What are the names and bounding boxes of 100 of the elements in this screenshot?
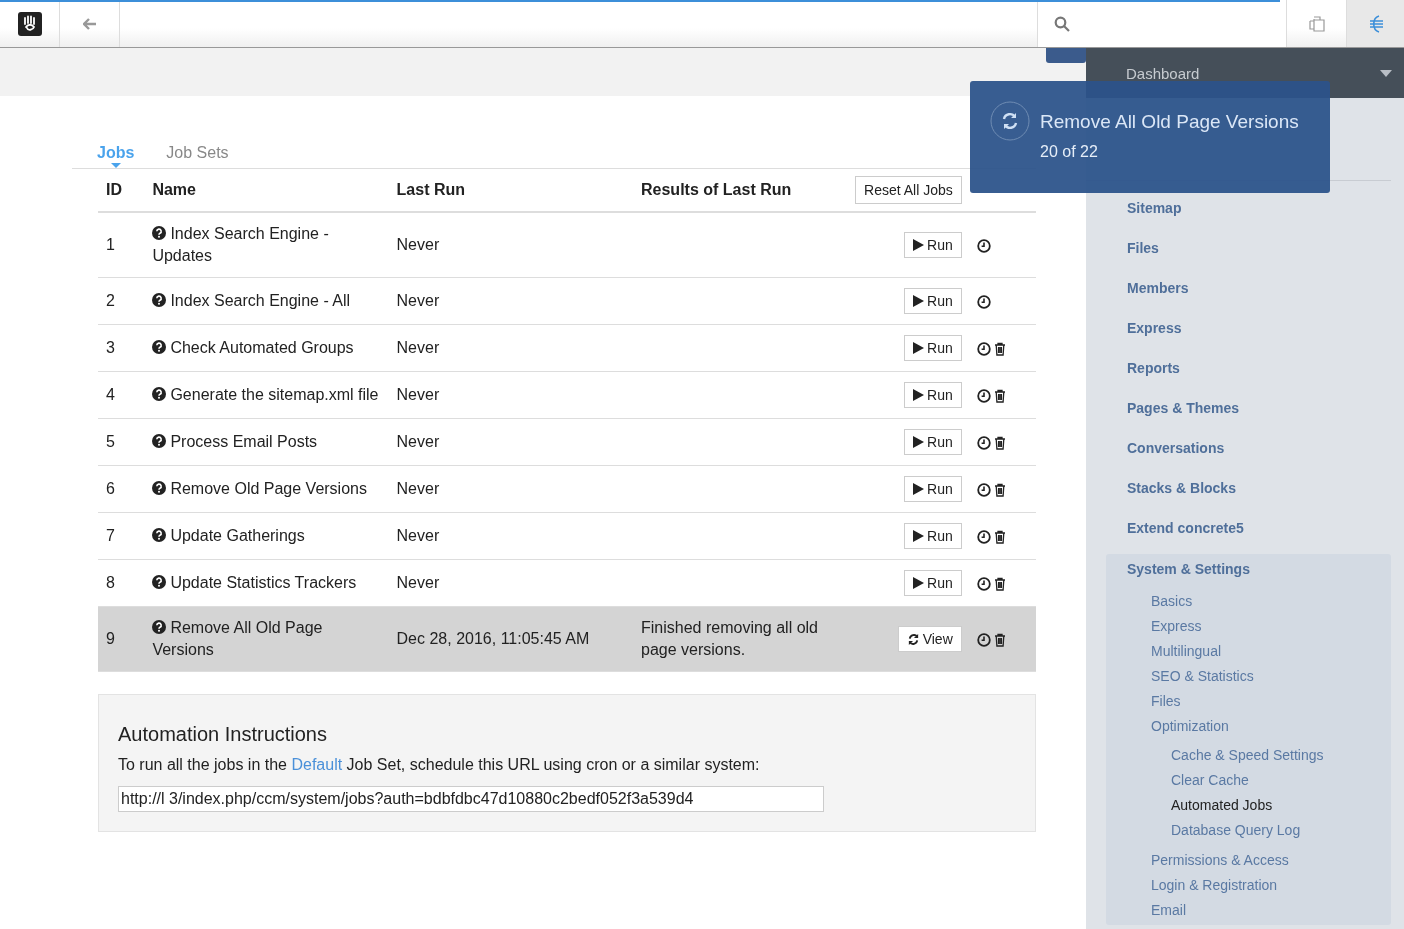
trash-icon[interactable] [993, 632, 1006, 647]
help-icon [152, 575, 167, 589]
sidebar-item[interactable]: Cache & Speed Settings [1127, 745, 1391, 770]
refresh-icon [990, 101, 1030, 141]
clock-icon[interactable] [976, 529, 991, 544]
job-name: Remove All Old Page Versions [152, 619, 323, 658]
clock-icon[interactable] [976, 341, 991, 356]
run-button[interactable]: Run [904, 382, 962, 408]
help-icon [152, 620, 167, 634]
sidebar-item[interactable]: Basics [1127, 591, 1391, 616]
run-button[interactable]: Run [904, 570, 962, 596]
trash-icon[interactable] [993, 576, 1006, 591]
help-icon [152, 293, 167, 307]
job-row[interactable]: 9 Remove All Old Page Versions Dec 28, 2016, 11:05:45 AM Finished removing all old page versions. View [98, 606, 1036, 672]
clock-icon[interactable] [976, 576, 991, 591]
clock-icon[interactable] [976, 632, 991, 647]
job-row[interactable]: 5 Process Email Posts Never Run [98, 418, 1036, 466]
progress-count: 20 of 22 [1040, 143, 1099, 161]
play-icon [913, 530, 925, 542]
trash-icon[interactable] [993, 341, 1006, 356]
sidebar-item[interactable]: Members [1086, 274, 1404, 314]
run-button[interactable]: Run [904, 523, 962, 549]
table-cell: 6 [106, 480, 115, 497]
sidebar-item[interactable]: Stacks & Blocks [1086, 474, 1404, 514]
table-cell: 2 [106, 292, 115, 309]
help-icon [152, 340, 167, 354]
table-cell: Never [396, 433, 440, 450]
view-button[interactable]: View [897, 626, 962, 652]
clock-icon[interactable] [976, 238, 991, 253]
trash-icon[interactable] [993, 529, 1006, 544]
instructions-text: To run all the jobs in the Default Job Set, schedule this URL using cron or a similar system: [118, 756, 761, 774]
table-cell: 9 [106, 630, 115, 647]
job-row[interactable]: 8 Update Statistics Trackers Never Run [98, 559, 1036, 607]
clock-icon[interactable] [976, 482, 991, 497]
sidebar-item[interactable]: Files [1086, 234, 1404, 274]
run-button[interactable]: Run [904, 288, 962, 314]
run-button[interactable]: Run [904, 429, 962, 455]
sidebar-item[interactable]: SEO & Statistics [1127, 666, 1391, 691]
sidebar-item[interactable]: Extend concrete5 [1086, 514, 1404, 554]
table-cell: Never [396, 527, 440, 544]
sidebar-item[interactable]: Login & Registration [1127, 875, 1391, 900]
table-cell: Dec 28, 2016, 11:05:45 AM [396, 630, 590, 647]
play-icon [913, 342, 925, 354]
table-cell: 5 [106, 433, 115, 450]
tab[interactable]: Job Sets [166, 126, 229, 168]
run-button[interactable]: Run [904, 335, 962, 361]
play-icon [913, 239, 925, 251]
sidebar-item[interactable]: System & Settings [1127, 557, 1391, 591]
sidebar-item[interactable]: Reports [1086, 354, 1404, 394]
job-row[interactable]: 3 Check Automated Groups Never Run [98, 324, 1036, 372]
job-row[interactable]: 6 Remove Old Page Versions Never Run [98, 465, 1036, 513]
sidebar-item[interactable]: Pages & Themes [1086, 394, 1404, 434]
job-name: Index Search Engine - All [152, 292, 351, 309]
clock-icon[interactable] [976, 388, 991, 403]
sidebar-item[interactable]: Optimization [1127, 716, 1391, 741]
logo-icon[interactable] [17, 11, 42, 36]
job-row[interactable]: 2 Index Search Engine - All Never Run [98, 277, 1036, 325]
section-title: Automation Instructions [118, 723, 328, 746]
job-row[interactable]: 7 Update Gatherings Never Run [98, 512, 1036, 560]
clock-icon[interactable] [976, 435, 991, 450]
sidebar-item[interactable]: Multilingual [1127, 641, 1391, 666]
tab[interactable]: Jobs [97, 126, 135, 168]
sidebar-item[interactable]: Automated Jobs [1127, 795, 1391, 820]
trash-icon[interactable] [993, 388, 1006, 403]
play-icon [913, 436, 925, 448]
job-row[interactable]: 4 Generate the sitemap.xml file Never Run [98, 371, 1036, 419]
search-icon[interactable] [1054, 15, 1070, 32]
caret-icon[interactable] [1380, 69, 1392, 77]
play-icon [913, 483, 925, 495]
default-link[interactable]: Default [291, 756, 343, 773]
column-header: ID [106, 181, 122, 198]
help-icon [152, 226, 167, 240]
job-name: Update Gatherings [152, 527, 305, 544]
sidebar-item[interactable]: Files [1127, 691, 1391, 716]
sidebar-item[interactable]: Express [1127, 616, 1391, 641]
sidebar-item[interactable]: Express [1086, 314, 1404, 354]
sidebar-item[interactable]: Email [1127, 900, 1391, 925]
trash-icon[interactable] [993, 482, 1006, 497]
dashboard-icon[interactable] [1367, 14, 1384, 33]
table-cell: 7 [106, 527, 115, 544]
table-cell: Never [396, 339, 440, 356]
back-arrow-icon[interactable] [82, 17, 97, 30]
trash-icon[interactable] [993, 435, 1006, 450]
table-cell: 4 [106, 386, 115, 403]
run-button[interactable]: Run [904, 232, 962, 258]
help-icon [152, 481, 167, 495]
column-header: Last Run [396, 181, 465, 198]
job-row[interactable]: 1 Index Search Engine - Updates Never Run [98, 212, 1036, 278]
clock-icon[interactable] [976, 294, 991, 309]
table-cell: Finished removing all old page versions. [641, 619, 818, 658]
sidebar-item[interactable]: Sitemap [1086, 194, 1404, 234]
reset-all-jobs-button[interactable]: Reset All Jobs [855, 176, 962, 204]
sidebar-item[interactable]: Database Query Log [1127, 820, 1391, 845]
url-field[interactable]: http://l 3/index.php/ccm/system/jobs?auth=bdbfdbc47d10880c2bedf052f3a539d4 [118, 786, 824, 812]
table-cell: 1 [106, 236, 115, 253]
sidebar-item[interactable]: Clear Cache [1127, 770, 1391, 795]
dashboard-title[interactable]: Dashboard [1126, 64, 1200, 82]
sidebar-item[interactable]: Permissions & Access [1127, 850, 1391, 875]
run-button[interactable]: Run [904, 476, 962, 502]
sidebar-item[interactable]: Conversations [1086, 434, 1404, 474]
